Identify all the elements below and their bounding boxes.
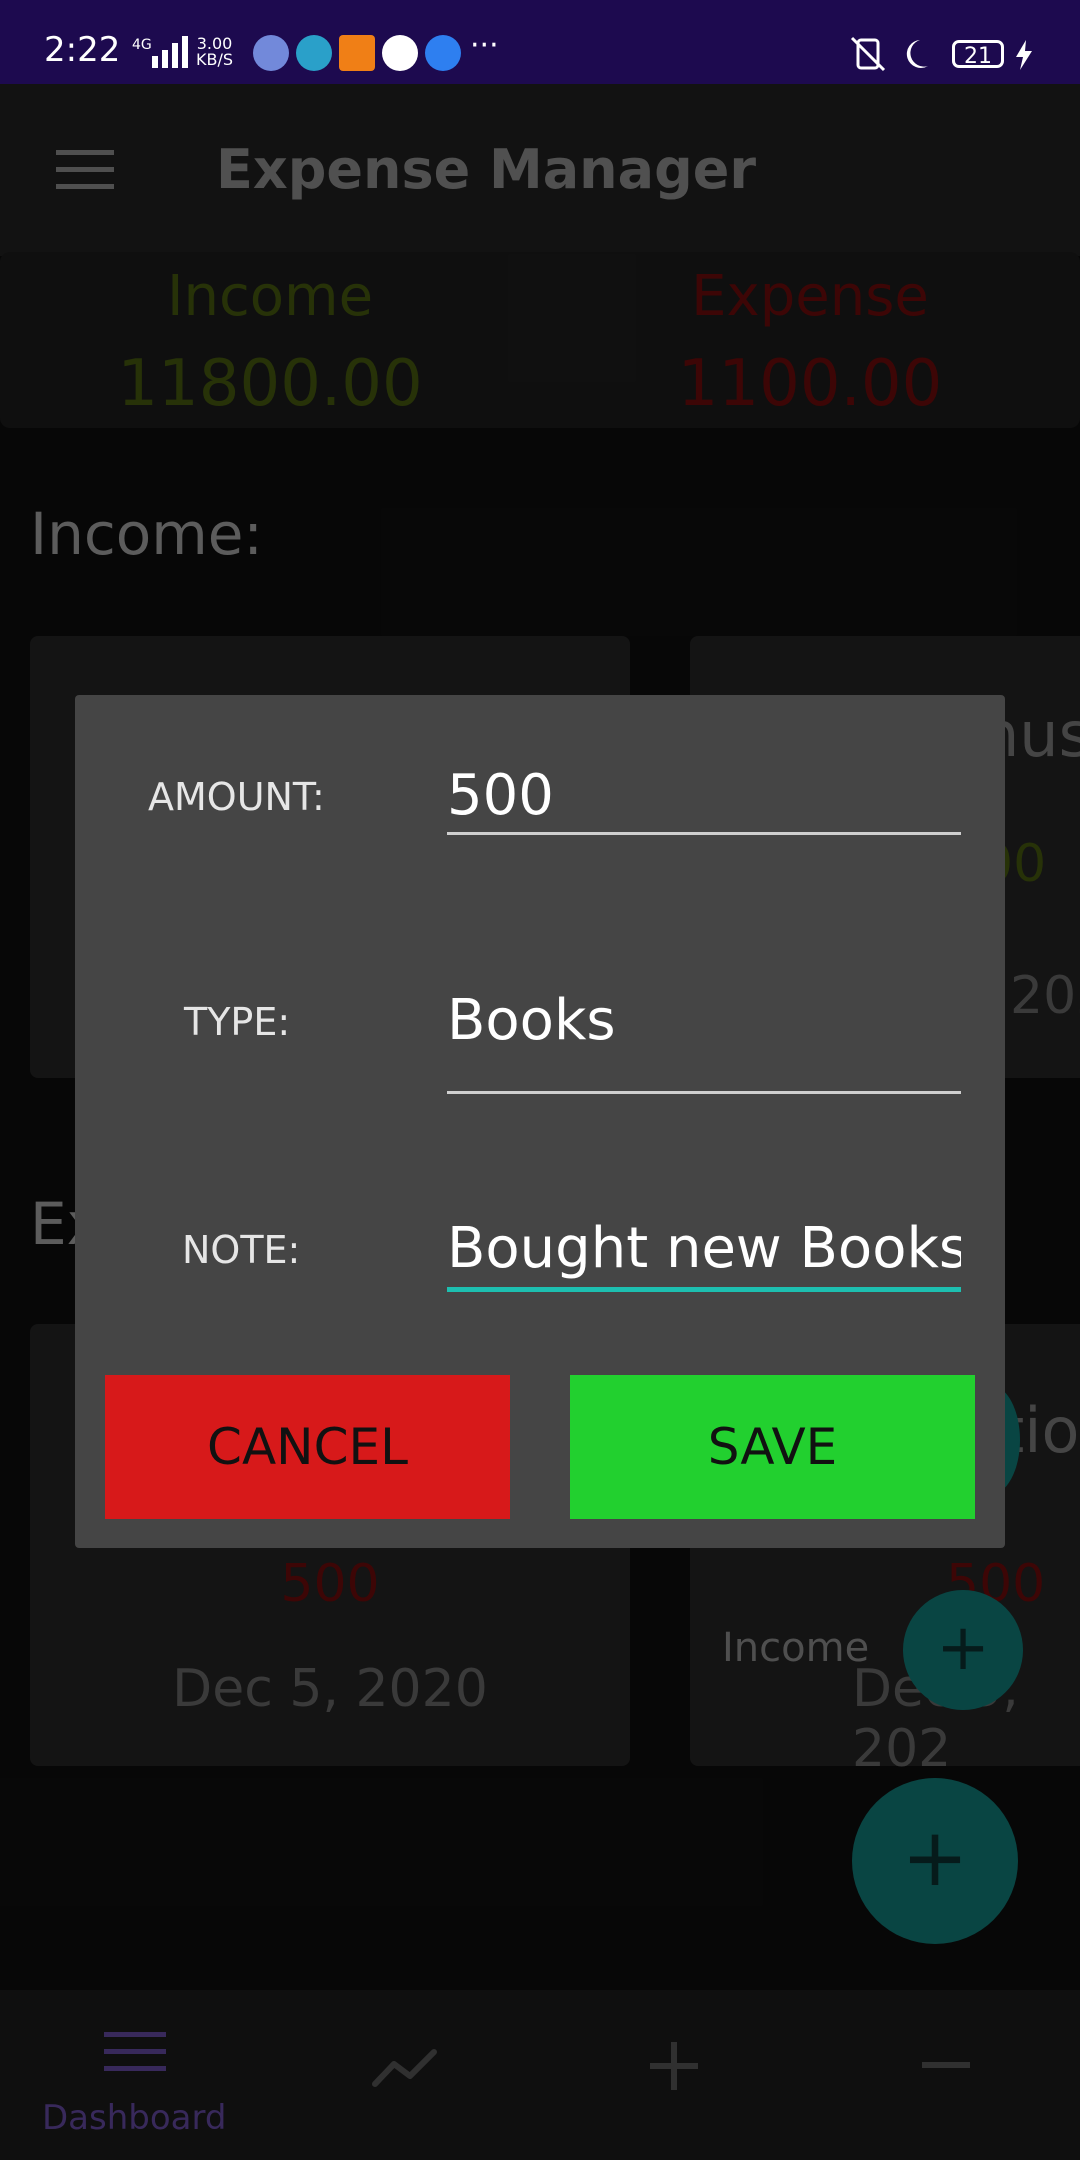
- status-time: 2:22: [44, 30, 121, 70]
- app-icon: [296, 35, 332, 71]
- type-input[interactable]: [447, 985, 961, 1055]
- amount-label: AMOUNT:: [148, 775, 325, 819]
- note-underline-focused: [447, 1287, 961, 1292]
- play-icon: [425, 35, 461, 71]
- status-bar: 2:22 4G 3.00 KB/S ··· 21: [0, 0, 1080, 84]
- more-notifications-icon: ···: [470, 28, 499, 63]
- moon-icon: [906, 40, 928, 68]
- note-label: NOTE:: [182, 1228, 301, 1272]
- battery-icon: 21: [952, 40, 1004, 69]
- type-label: TYPE:: [184, 1000, 291, 1044]
- save-button[interactable]: SAVE: [570, 1375, 975, 1519]
- network-speed: 3.00 KB/S: [196, 36, 233, 68]
- amount-input[interactable]: [447, 760, 961, 830]
- edit-dialog: AMOUNT: TYPE: NOTE: CANCEL SAVE: [75, 695, 1005, 1548]
- note-input[interactable]: [447, 1213, 961, 1283]
- charging-icon: [1016, 40, 1032, 70]
- app-icon: [382, 35, 418, 71]
- amount-underline: [447, 832, 961, 835]
- network-type: 4G: [132, 37, 152, 53]
- discord-icon: [253, 35, 289, 71]
- vibrate-off-icon: [850, 36, 886, 72]
- signal-icon: [152, 36, 188, 68]
- cancel-button[interactable]: CANCEL: [105, 1375, 510, 1519]
- type-underline: [447, 1091, 961, 1094]
- speed-unit: KB/S: [196, 50, 234, 69]
- app-icon: [339, 35, 375, 71]
